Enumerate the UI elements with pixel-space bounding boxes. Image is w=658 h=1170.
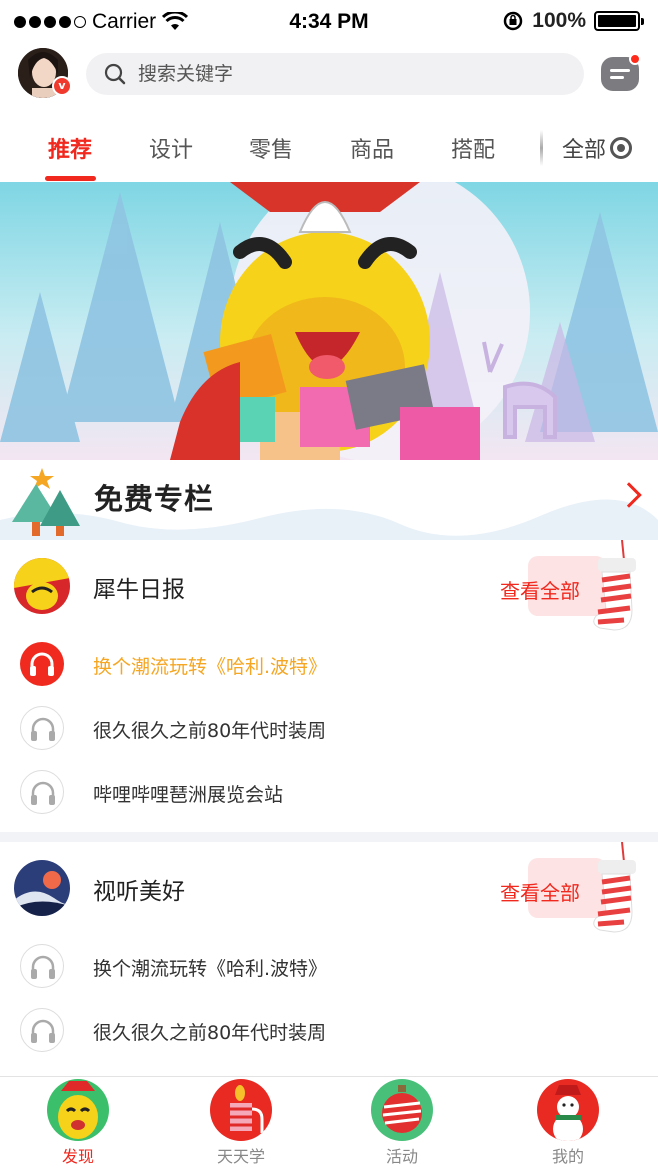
- bottom-tab-bar: 发现 天天学 活动 我的: [0, 1076, 658, 1170]
- category-tabs: 推荐 设计 零售 商品 搭配 全部: [0, 114, 658, 182]
- gift-candle-icon: [210, 1079, 272, 1141]
- tab-matching[interactable]: 搭配: [433, 132, 513, 164]
- tab-design[interactable]: 设计: [131, 132, 211, 164]
- free-section-header[interactable]: 免费专栏: [0, 460, 658, 540]
- track-title: 换个潮流玩转《哈利.波特》: [93, 958, 328, 980]
- nav-discover[interactable]: 发现: [28, 1079, 128, 1167]
- tab-divider: [540, 130, 543, 166]
- christmas-tree-icon: [12, 468, 80, 536]
- nav-label: 活动: [385, 1147, 418, 1166]
- column-title: 视听美好: [93, 879, 185, 905]
- stocking-icon: [593, 842, 636, 933]
- battery-percent: 100%: [532, 9, 586, 32]
- tab-products[interactable]: 商品: [332, 132, 412, 164]
- headphones-icon[interactable]: [20, 1008, 64, 1052]
- nav-activity[interactable]: 活动: [352, 1079, 452, 1167]
- track-item[interactable]: 很久很久之前80年代时装周: [0, 1000, 658, 1064]
- search-header: v: [0, 44, 658, 114]
- nav-profile[interactable]: 我的: [518, 1079, 618, 1167]
- search-input[interactable]: [138, 63, 558, 85]
- track-title: 换个潮流玩转《哈利.波特》: [93, 656, 328, 678]
- ornament-icon: [371, 1079, 433, 1141]
- nav-label: 天天学: [216, 1147, 265, 1166]
- search-icon: [104, 63, 126, 85]
- promo-banner[interactable]: [0, 182, 658, 460]
- active-tab-indicator: [45, 176, 96, 181]
- message-button[interactable]: [601, 53, 641, 91]
- free-section-title: 免费专栏: [94, 482, 215, 516]
- target-icon: [610, 137, 633, 159]
- track-item[interactable]: 换个潮流玩转《哈利.波特》: [0, 936, 658, 1000]
- snowman-icon: [537, 1079, 599, 1141]
- search-bar[interactable]: [86, 53, 584, 95]
- tab-retail[interactable]: 零售: [231, 132, 311, 164]
- rotation-lock-icon: [504, 11, 523, 31]
- track-item[interactable]: 哔哩哔哩琶洲展览会站: [0, 762, 658, 826]
- headphones-icon[interactable]: [20, 706, 64, 750]
- nav-label: 我的: [551, 1147, 584, 1166]
- headphones-icon[interactable]: [20, 770, 64, 814]
- column-card: 视听美好 查看全部 换个潮流玩转《哈利.波特》 很久很久之前80年代时装周: [0, 842, 658, 1076]
- rhino-daily-logo[interactable]: [14, 558, 70, 614]
- see-all-button[interactable]: 查看全部: [500, 575, 580, 604]
- column-card: 犀牛日报 查看全部 换个潮流玩转《哈利.波特》 很久很久之前80年代时装周 哔哩…: [0, 540, 658, 832]
- status-bar: Carrier 4:34 PM 100%: [0, 0, 658, 44]
- nav-daily-learn[interactable]: 天天学: [191, 1079, 291, 1167]
- audiovisual-logo[interactable]: [14, 860, 70, 916]
- track-item[interactable]: 很久很久之前80年代时装周: [0, 698, 658, 762]
- status-right: 100%: [502, 9, 644, 33]
- tab-recommend[interactable]: 推荐: [30, 132, 110, 164]
- rhino-santa-icon: [47, 1079, 109, 1141]
- banner-illustration: [0, 182, 658, 460]
- tab-all-label: 全部: [562, 138, 607, 163]
- headphones-icon[interactable]: [20, 944, 64, 988]
- notification-dot: [629, 53, 641, 65]
- track-title: 哔哩哔哩琶洲展览会站: [93, 784, 284, 806]
- battery-icon: [594, 11, 644, 31]
- see-all-button[interactable]: 查看全部: [500, 877, 580, 906]
- tab-all-button[interactable]: 全部: [562, 132, 633, 164]
- column-title: 犀牛日报: [93, 577, 185, 603]
- section-divider: [0, 832, 658, 842]
- track-title: 很久很久之前80年代时装周: [93, 720, 327, 742]
- stocking-icon: [593, 540, 636, 631]
- track-item[interactable]: 换个潮流玩转《哈利.波特》: [0, 634, 658, 698]
- headphones-icon[interactable]: [20, 642, 64, 686]
- vip-badge-icon: v: [52, 76, 72, 96]
- nav-label: 发现: [61, 1147, 94, 1166]
- track-title: 很久很久之前80年代时装周: [93, 1022, 327, 1044]
